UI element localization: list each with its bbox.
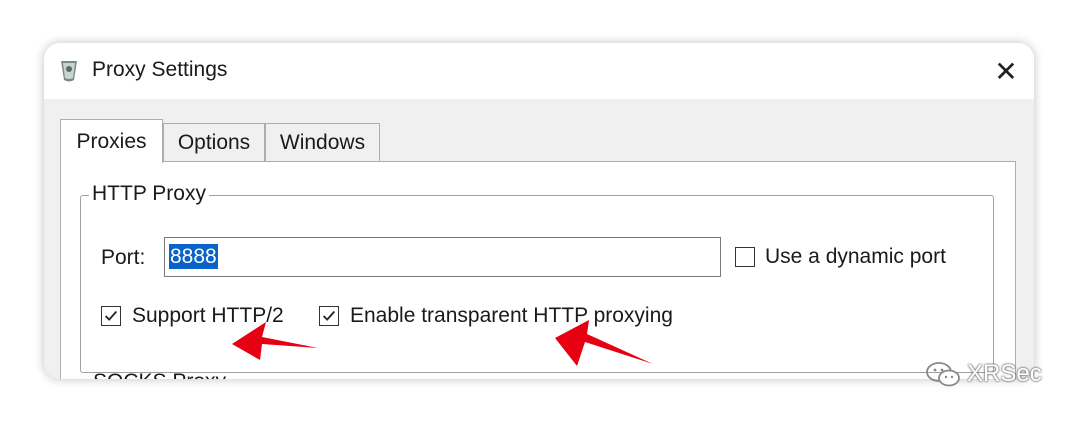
tab-proxies[interactable]: Proxies <box>60 119 163 163</box>
close-icon: ✕ <box>994 55 1018 87</box>
close-button[interactable]: ✕ <box>978 43 1034 99</box>
tab-windows[interactable]: Windows <box>265 123 380 161</box>
dynamic-port-checkbox[interactable] <box>735 247 755 267</box>
tab-options[interactable]: Options <box>163 123 265 161</box>
proxies-tab-panel: HTTP Proxy Port: 8888 Use a dynamic port… <box>60 161 1016 379</box>
port-value: 8888 <box>169 244 218 269</box>
title-bar[interactable]: Proxy Settings ✕ <box>44 43 1034 99</box>
watermark-text: XRSec <box>967 360 1042 387</box>
dynamic-port-label[interactable]: Use a dynamic port <box>765 245 946 269</box>
red-arrow-icon <box>232 322 318 360</box>
proxy-settings-dialog: Proxy Settings ✕ Proxies Options Windows… <box>44 43 1034 379</box>
tab-windows-label: Windows <box>279 130 366 154</box>
tab-proxies-label: Proxies <box>76 129 147 153</box>
app-icon <box>61 61 77 82</box>
http-proxy-group-label: HTTP Proxy <box>89 182 209 206</box>
port-label: Port: <box>101 246 146 269</box>
wechat-icon <box>926 362 960 387</box>
checkmark-icon <box>104 310 118 321</box>
window-title: Proxy Settings <box>92 58 228 81</box>
transparent-proxying-checkbox[interactable] <box>319 306 339 326</box>
red-arrow-icon <box>555 320 653 366</box>
checkmark-icon <box>322 310 336 321</box>
watermark: XRSec <box>925 360 1042 388</box>
tab-options-label: Options <box>177 130 251 154</box>
support-http2-checkbox[interactable] <box>101 306 121 326</box>
http-proxy-group: HTTP Proxy Port: 8888 Use a dynamic port… <box>80 182 994 373</box>
socks-proxy-group-label: SOCKS Proxy <box>93 373 226 379</box>
port-input[interactable]: 8888 <box>164 237 721 277</box>
